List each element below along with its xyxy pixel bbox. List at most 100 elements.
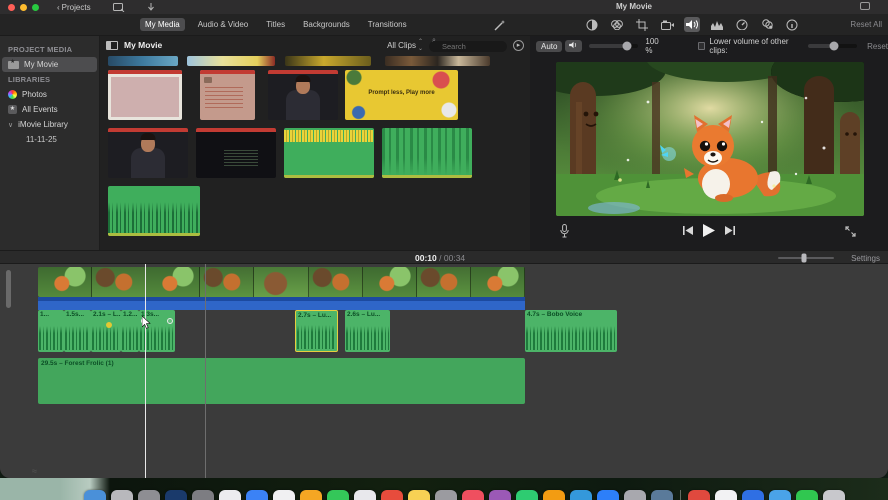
color-correction-icon[interactable] — [609, 17, 625, 32]
timeline-zoom-slider[interactable] — [778, 253, 834, 263]
dock-icon-app-16[interactable] — [489, 490, 511, 500]
audio-clip-3[interactable]: 2.1s – L... — [91, 310, 121, 352]
dock-icon-app-2[interactable] — [111, 490, 133, 500]
chevron-down-icon[interactable]: ∨ — [8, 121, 13, 129]
dock-icon-app-28[interactable] — [823, 490, 845, 500]
timeline-settings-button[interactable]: Settings — [851, 254, 880, 263]
timeline-scroll-nub[interactable] — [6, 270, 11, 308]
search-input[interactable] — [429, 41, 507, 52]
zoom-window-button[interactable] — [32, 3, 39, 11]
media-thumbnail-audio[interactable] — [284, 128, 374, 178]
fullscreen-icon[interactable] — [845, 226, 856, 237]
media-thumbnail-document[interactable] — [200, 70, 255, 120]
dock-icon-app-17[interactable] — [516, 490, 538, 500]
ducking-slider-knob[interactable] — [829, 41, 839, 51]
dock-icon-app-7[interactable] — [246, 490, 268, 500]
volume-slider-knob[interactable] — [622, 41, 632, 51]
ducking-slider[interactable] — [808, 41, 858, 51]
download-arrow-icon[interactable] — [147, 2, 155, 12]
tab-audio-video[interactable]: Audio & Video — [193, 18, 254, 31]
color-balance-icon[interactable] — [584, 17, 600, 32]
media-strip[interactable] — [385, 56, 490, 66]
minimize-window-button[interactable] — [20, 3, 27, 11]
dock-icon-app-23[interactable] — [688, 490, 710, 500]
dock-icon-app-8[interactable] — [273, 490, 295, 500]
close-window-button[interactable] — [8, 3, 15, 11]
tab-titles[interactable]: Titles — [261, 18, 290, 31]
video-clip-filmstrip[interactable] — [38, 267, 525, 297]
video-clip-audio-bar[interactable] — [38, 297, 525, 310]
timeline[interactable]: 1... 1.5s... 2.1s – L... 1.2... 1.3s... … — [0, 264, 888, 478]
dock-icon-app-24[interactable] — [715, 490, 737, 500]
dock-icon-app-14[interactable] — [435, 490, 457, 500]
dock-icon-app-10[interactable] — [327, 490, 349, 500]
dock-icon-app-20[interactable] — [597, 490, 619, 500]
sidebar-item-imovie-library[interactable]: ∨ iMovie Library — [0, 117, 99, 132]
clip-info-icon[interactable] — [784, 17, 800, 32]
dock-icon-app-6[interactable] — [219, 490, 241, 500]
volume-icon[interactable] — [684, 17, 700, 32]
import-media-button[interactable] — [112, 2, 125, 12]
timeline-zoom-knob[interactable] — [801, 253, 807, 263]
tab-my-media[interactable]: My Media — [140, 18, 185, 31]
audio-reset-button[interactable]: Reset — [867, 42, 888, 51]
dock-icon-app-25[interactable] — [742, 490, 764, 500]
media-thumbnail-audio[interactable] — [382, 128, 472, 178]
audio-clip-4[interactable]: 1.2... — [121, 310, 139, 352]
sidebar-item-photos[interactable]: Photos — [0, 87, 99, 102]
dock-icon-app-18[interactable] — [543, 490, 565, 500]
back-to-projects-button[interactable]: ‹ Projects — [57, 3, 91, 12]
dock-icon-app-15[interactable] — [462, 490, 484, 500]
audio-clip-1[interactable]: 1... — [38, 310, 64, 352]
music-clip-forest-frolic[interactable]: 29.5s – Forest Frolic (1) — [38, 358, 525, 404]
stabilization-icon[interactable] — [659, 17, 675, 32]
dock-icon-app-21[interactable] — [624, 490, 646, 500]
previous-frame-button[interactable] — [683, 226, 693, 235]
noise-equalizer-icon[interactable] — [709, 17, 725, 32]
clip-filter-dropdown[interactable]: All Clips ⌃ ⌄ — [387, 38, 423, 52]
media-thumbnail-screenshot-grid[interactable] — [108, 70, 182, 120]
mute-speaker-button[interactable] — [565, 40, 583, 52]
sidebar-item-all-events[interactable]: ★ All Events — [0, 102, 99, 117]
voiceover-mic-icon[interactable] — [560, 224, 569, 238]
dock-icon-app-1[interactable] — [84, 490, 106, 500]
media-thumbnail-webcam[interactable] — [108, 128, 188, 178]
hide-browser-arrow-icon[interactable]: ▸ — [513, 39, 524, 51]
video-preview[interactable] — [556, 62, 864, 216]
play-button[interactable] — [703, 224, 715, 237]
audio-clip-7[interactable]: 2.6s – Lu... — [345, 310, 390, 352]
media-strip[interactable] — [285, 56, 371, 66]
dock-icon-app-26[interactable] — [769, 490, 791, 500]
volume-keyframe-dot[interactable] — [106, 322, 112, 328]
sidebar-item-my-movie[interactable]: My Movie — [2, 57, 97, 72]
dock-icon-app-22[interactable] — [651, 490, 673, 500]
dock-icon-app-19[interactable] — [570, 490, 592, 500]
enhance-wand-icon[interactable] — [494, 19, 506, 31]
fade-handle-right[interactable] — [167, 318, 173, 324]
sidebar-item-event-date[interactable]: 11-11-25 — [0, 132, 99, 147]
reset-all-button[interactable]: Reset All — [850, 20, 882, 29]
playhead[interactable] — [145, 264, 146, 478]
media-thumbnail-audio[interactable] — [108, 186, 200, 236]
dock-icon-app-13[interactable] — [408, 490, 430, 500]
sidebar-toggle-icon[interactable] — [106, 40, 118, 50]
auto-volume-button[interactable]: Auto — [536, 40, 563, 52]
crop-icon[interactable] — [634, 17, 650, 32]
display-icon[interactable] — [860, 2, 870, 10]
dock-icon-app-27[interactable] — [796, 490, 818, 500]
dock-icon-app-12[interactable] — [381, 490, 403, 500]
dock-icon-app-4[interactable] — [165, 490, 187, 500]
media-thumbnail-promo[interactable]: Prompt less, Play more — [345, 70, 458, 120]
tab-backgrounds[interactable]: Backgrounds — [298, 18, 355, 31]
speed-icon[interactable] — [734, 17, 750, 32]
dock-icon-app-9[interactable] — [300, 490, 322, 500]
ducking-checkbox[interactable] — [697, 42, 706, 50]
dock-icon-app-5[interactable] — [192, 490, 214, 500]
media-strip[interactable] — [187, 56, 275, 66]
audio-clip-8-bobo-voice[interactable]: 4.7s – Bobo Voice — [525, 310, 617, 352]
audio-clip-2[interactable]: 1.5s... — [64, 310, 91, 352]
clip-filter-icon[interactable] — [759, 17, 775, 32]
dock-icon-app-3[interactable] — [138, 490, 160, 500]
media-thumbnail-webcam[interactable] — [268, 70, 338, 120]
tab-transitions[interactable]: Transitions — [363, 18, 412, 31]
